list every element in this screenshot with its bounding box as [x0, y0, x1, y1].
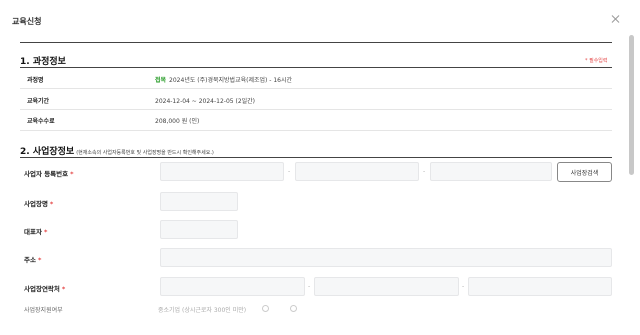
required-mark: *: [61, 285, 66, 293]
row-divider: [20, 88, 612, 89]
biz-no-input-3[interactable]: [430, 162, 552, 181]
course-period-value: 2024-12-04 ~ 2024-12-05 (2일간): [155, 98, 256, 105]
section-subtitle: (현재소속의 사업자등록번호 및 사업장명을 반드시 확인해주세요.): [76, 150, 214, 156]
course-table-top-border: [20, 67, 612, 68]
course-name-label: 과정명: [27, 77, 44, 84]
address-label-text: 주소: [24, 256, 36, 264]
scrollbar[interactable]: [628, 35, 636, 335]
required-mark: *: [43, 228, 48, 236]
section-title-text: 2. 사업장정보: [20, 147, 75, 157]
workplace-table-top-border: [20, 157, 612, 158]
course-fee-label: 교육수수료: [27, 118, 55, 125]
workplace-search-button[interactable]: 사업장검색: [557, 162, 612, 182]
scrollbar-thumb[interactable]: [629, 35, 634, 175]
address-label: 주소 *: [24, 254, 41, 264]
course-name-text: 2024년도 (주)경북지방법교육(제조업) - 16시간: [169, 77, 293, 84]
biz-no-input-2[interactable]: [295, 162, 419, 181]
biz-name-label: 사업장명 *: [24, 198, 53, 208]
ceo-label: 대표자 *: [24, 226, 47, 236]
close-icon[interactable]: [610, 13, 622, 25]
course-status-badge: 접목: [155, 77, 167, 84]
required-mark: *: [37, 256, 42, 264]
modal-title: 교육신청: [12, 17, 42, 26]
contact-label-text: 사업장연락처: [24, 285, 60, 293]
course-name-value: 접목 2024년도 (주)경북지방법교육(제조업) - 16시간: [155, 75, 292, 84]
required-note: * 필수입력: [585, 58, 608, 64]
support-type-label: 사업장지원여부: [24, 307, 63, 314]
contact-input-2[interactable]: [314, 277, 459, 296]
biz-name-label-text: 사업장명: [24, 200, 48, 208]
course-period-label: 교육기간: [27, 98, 50, 105]
biz-no-label: 사업자 등록번호 *: [24, 168, 74, 178]
contact-input-1[interactable]: [160, 277, 305, 296]
address-input[interactable]: [160, 248, 612, 267]
section-title-course: 1. 과정정보: [20, 57, 66, 67]
section-title-workplace: 2. 사업장정보 (현재소속의 사업자등록번호 및 사업장명을 반드시 확인해주세…: [20, 144, 214, 157]
biz-no-input-1[interactable]: [160, 162, 284, 181]
contact-input-3[interactable]: [468, 277, 612, 296]
row-divider: [20, 109, 612, 110]
dash-separator: -: [308, 283, 311, 290]
course-fee-value: 208,000 원 (인): [155, 118, 200, 125]
header-divider: [20, 42, 612, 43]
dash-separator: -: [423, 168, 426, 175]
row-divider: [20, 130, 612, 131]
ceo-label-text: 대표자: [24, 228, 42, 236]
dash-separator: -: [462, 283, 465, 290]
biz-no-label-text: 사업자 등록번호: [24, 170, 69, 178]
required-mark: *: [49, 200, 54, 208]
contact-label: 사업장연락처 *: [24, 283, 65, 293]
support-type-option-text: 중소기업 (상시근로자 300인 미만): [158, 307, 247, 314]
support-type-radio-2[interactable]: [290, 305, 297, 312]
dash-separator: -: [288, 168, 291, 175]
support-type-radio-1[interactable]: [262, 305, 269, 312]
ceo-input[interactable]: [160, 220, 238, 239]
biz-name-input[interactable]: [160, 192, 238, 211]
required-mark: *: [70, 170, 74, 178]
